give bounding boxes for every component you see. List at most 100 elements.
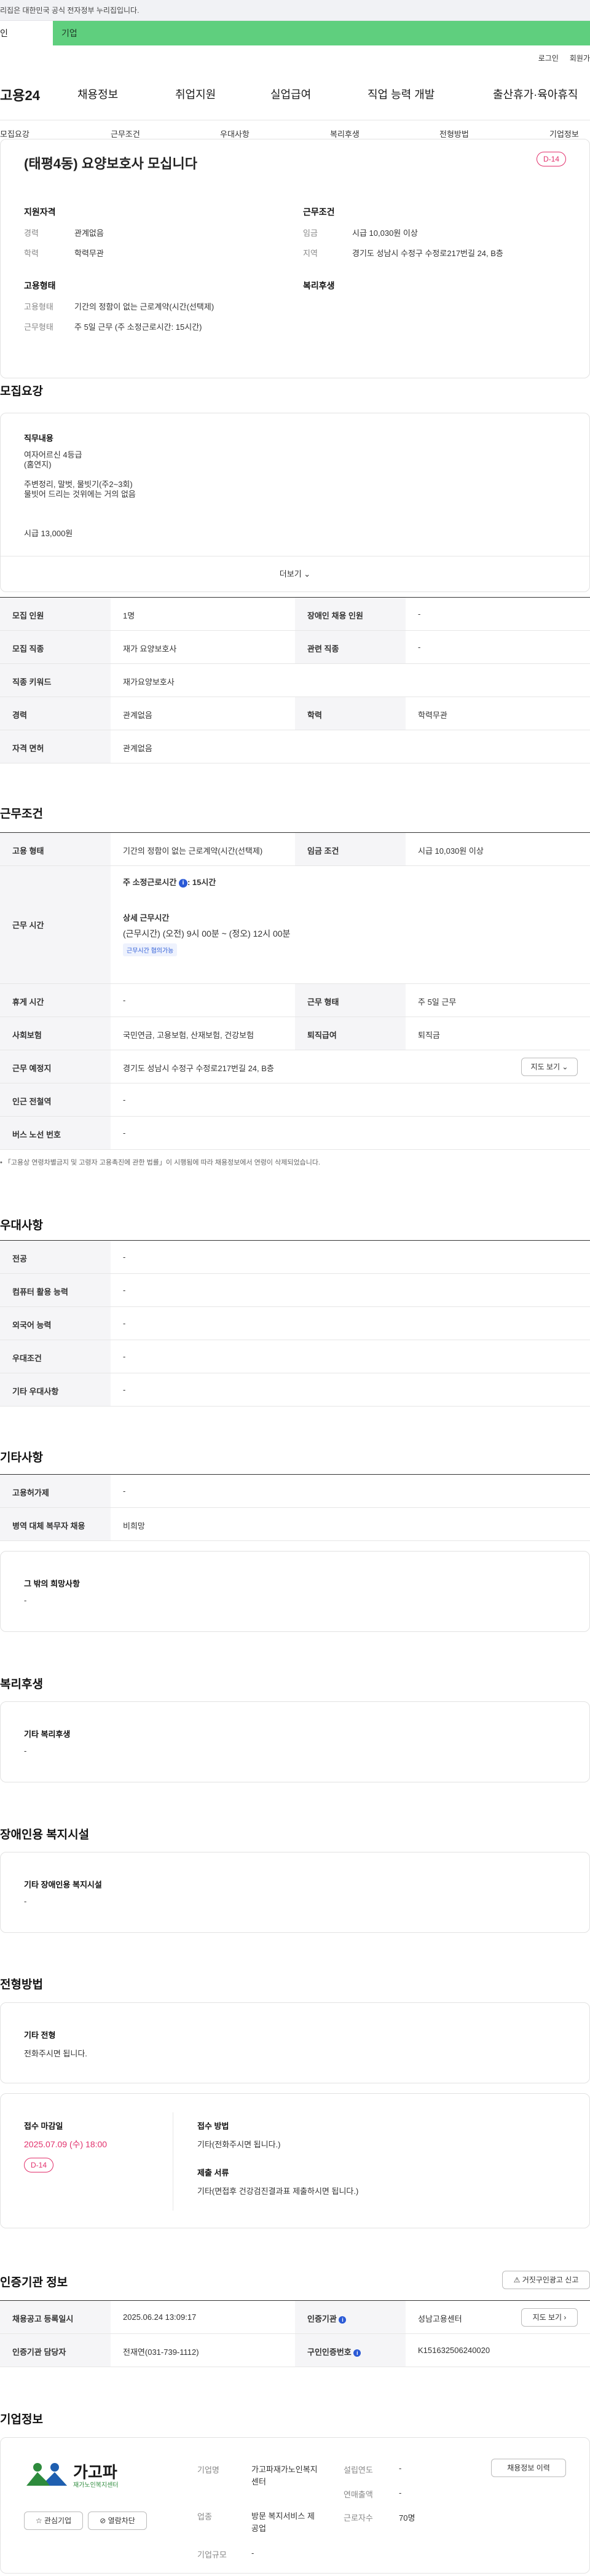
table-header-cell: 병역 대체 복무자 채용 [0,1508,111,1540]
table-row: 경력 관계없음 학력 학력무관 [0,697,590,730]
duty-line: (홈연지) [24,460,52,469]
table-header-cell: 전공 [0,1241,111,1273]
table-header-cell: 자격 면허 [0,730,111,763]
table-cell: 관계없음 [123,711,152,720]
table-cell: - [418,609,421,619]
table-header-cell: 인증기관 담당자 [0,2334,111,2367]
gnb-item-parental-leave[interactable]: 출산휴가·육아휴직 [493,86,578,102]
etc-screening-card: 기타 전형 전화주시면 됩니다. [0,2002,590,2083]
table-header-cell: 컴퓨터 활용 능력 [0,1274,111,1306]
company-heading: 기업정보 [0,2413,43,2426]
job-history-button[interactable]: 채용정보 이력 [491,2459,566,2477]
duty-content: 여자어르신 4등급 (홈연지) 주변정리, 말벗, 물빗기(주2~3회) 물빗어… [24,450,136,539]
global-nav: 고용24 채용정보 취업지원 실업급여 직업 능력 개발 출산휴가·육아휴직 [0,68,590,120]
table-header-cell: 근무 형태 [295,984,406,1017]
table-cell: - [123,1352,126,1361]
agency-map-label: 지도 보기 [532,2313,562,2322]
table-cell: - [123,1319,126,1328]
edu-label: 학력 [24,249,39,258]
founded-label: 설립연도 [344,2465,373,2475]
table-cell: 성남고용센터 [418,2314,462,2324]
career-value: 관계없음 [74,228,104,238]
snb-welfare[interactable]: 복리후생 [330,128,360,139]
top-tab-bar: 인 기업 [0,21,590,45]
snb-recruit[interactable]: 모집요강 [0,128,30,139]
more-label: 더보기 [279,569,302,579]
table-row: 병역 대체 복무자 채용 비희망 [0,1508,590,1541]
duty-card: 직무내용 여자어르신 4등급 (홈연지) 주변정리, 말벗, 물빗기(주2~3회… [0,413,590,592]
snb-screening[interactable]: 전형방법 [439,128,469,139]
tab-company[interactable]: 기업 [61,21,77,45]
favorite-button[interactable]: ☆ 관심기업 [24,2512,83,2530]
info-icon[interactable]: i [339,2316,347,2324]
table-header-cell: 사회보험 [0,1017,111,1050]
map-button[interactable]: 지도 보기 ⌄ [521,1058,578,1076]
gnb-item-jobs[interactable]: 채용정보 [77,86,118,102]
star-icon: ☆ [35,2516,42,2525]
docs-value: 기타(면접후 건강검진결과표 제출하시면 됩니다.) [197,2187,359,2196]
org-label: 인증기관 [307,2314,337,2324]
table-row: 우대조건 - [0,1340,590,1373]
dday-badge: D-14 [536,152,566,166]
gnb-item-employment-support[interactable]: 취업지원 [175,86,216,102]
disabled-card-value: - [24,1897,27,1906]
table-header-cell: 우대조건 [0,1340,111,1373]
table-cell: - [123,1128,126,1138]
staff-label: 근로자수 [344,2513,373,2523]
wish-value: - [24,1596,27,1605]
size-label: 기업규모 [197,2550,227,2559]
table-cell: - [418,642,421,652]
login-link[interactable]: 로그인 [538,54,559,63]
company-name: 가고파재가노인복지센터 [251,2465,318,2486]
company-name-label: 기업명 [197,2465,219,2475]
gnb-item-unemployment-benefit[interactable]: 실업급여 [270,86,311,102]
table-row: 컴퓨터 활용 능력 - [0,1274,590,1307]
info-icon[interactable]: i [178,878,187,888]
table-cell: 시급 10,030원 이상 [418,846,484,856]
table-cell: - [123,1252,126,1262]
site-logo[interactable]: 고용24 [0,85,40,104]
table-cell: - [123,1486,126,1496]
table-header-cell: 관련 직종 [295,631,406,663]
snb-company[interactable]: 기업정보 [549,128,579,139]
table-cell: 주 5일 근무 [418,997,457,1007]
table-cell: - [123,1385,126,1394]
table-cell: 퇴직금 [418,1031,440,1040]
emptype-label: 고용형태 [24,302,53,311]
block-button[interactable]: ⊘ 열람차단 [88,2512,147,2530]
pref-heading: 우대사항 [0,1219,43,1232]
etc-screening-heading: 기타 전형 [24,2031,56,2040]
block-label: 열람차단 [108,2516,135,2525]
tab-personal[interactable]: 인 [0,21,53,45]
staff-value: 70명 [399,2513,415,2523]
company-logo-icon [26,2463,67,2486]
table-cell: - [123,1286,126,1295]
gnb-item-training[interactable]: 직업 능력 개발 [368,86,435,102]
founded-value: - [399,2464,402,2473]
table-header-cell: 채용공고 등록일시 [0,2301,111,2333]
table-row: 고용 형태 기간의 정함이 없는 근로계약(시간(선택제) 임금 조건 시급 1… [0,833,590,866]
welfare-card-value: - [24,1746,27,1755]
duty-heading: 직무내용 [24,434,53,443]
info-icon[interactable]: i [353,2349,361,2357]
more-button[interactable]: 더보기 ⌄ [1,556,589,591]
table-row: 사회보험 국민연금, 고용보험, 산재보험, 건강보험 퇴직급여 퇴직금 [0,1017,590,1050]
table-header-cell: 고용허가제 [0,1475,111,1507]
table-header-cell: 외국어 능력 [0,1307,111,1340]
table-row: 자격 면허 관계없음 [0,730,590,763]
table-cell: 경기도 성남시 수정구 수정로217번길 24, B층 [123,1064,274,1073]
table-cell: 2025.06.24 13:09:17 [123,2313,197,2322]
snb-pref[interactable]: 우대사항 [220,128,250,139]
wish-card: 그 밖의 희망사항 - [0,1551,590,1632]
agency-map-button[interactable]: 지도 보기 › [521,2308,578,2327]
table-header-cell: 기타 우대사항 [0,1373,111,1406]
join-link[interactable]: 회원가 [570,54,590,63]
welfare-card: 기타 복리후생 - [0,1701,590,1782]
table-row: 고용허가제 - [0,1475,590,1508]
table-row: 외국어 능력 - [0,1307,590,1340]
duty-line: 여자어르신 4등급 [24,450,82,459]
report-button[interactable]: ⚠ 거짓구인광고 신고 [502,2271,590,2289]
work-heading: 근무조건 [0,808,43,821]
snb-work[interactable]: 근무조건 [111,128,140,139]
worktype-label: 근무형태 [24,322,53,332]
